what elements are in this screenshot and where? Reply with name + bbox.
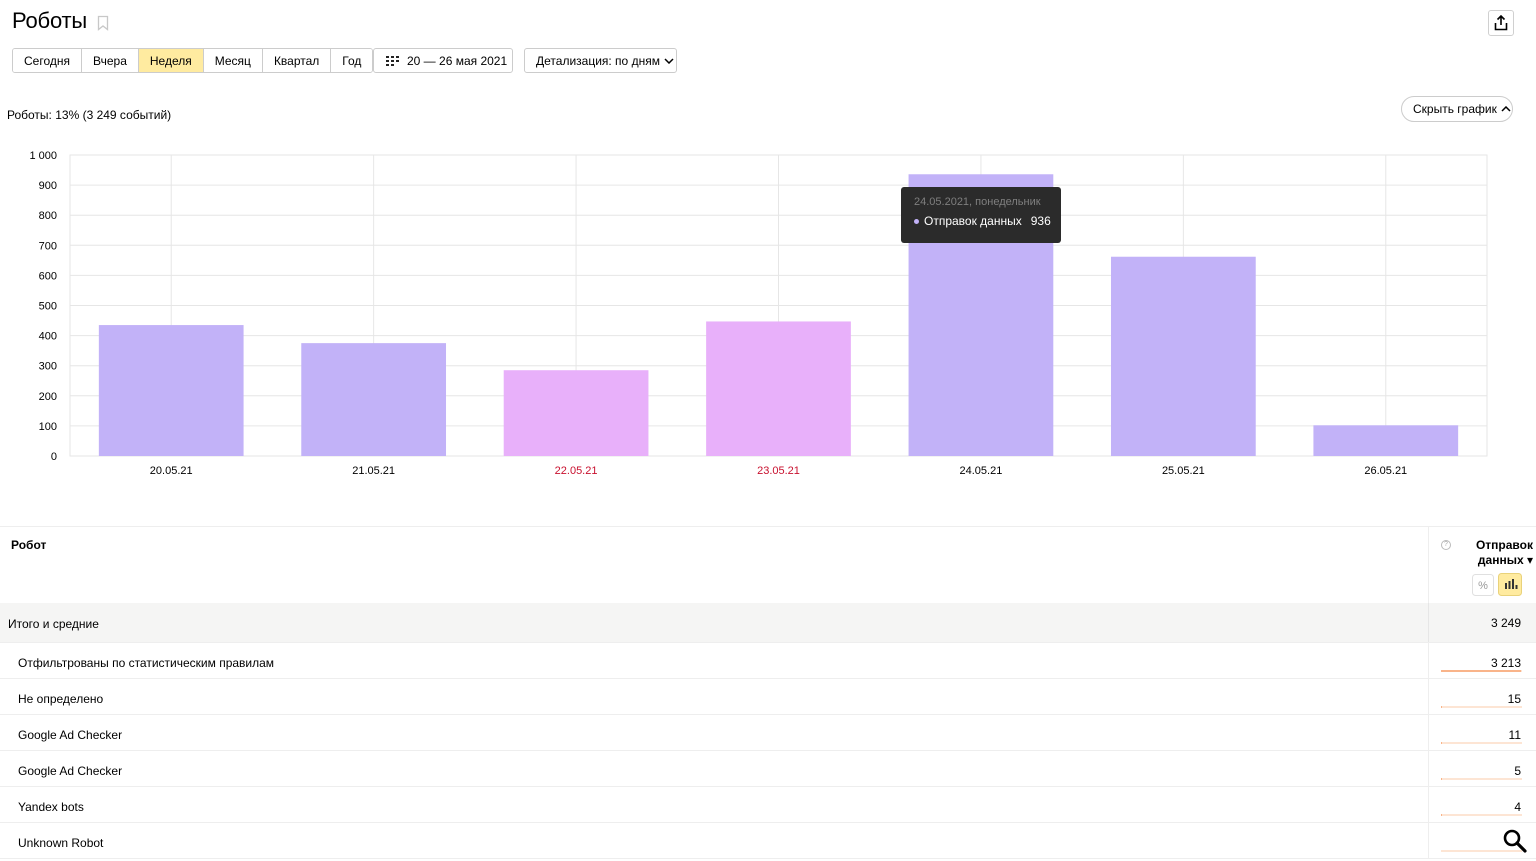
x-tick-label: 23.05.21 <box>757 465 800 477</box>
date-range-button[interactable]: 20 — 26 мая 2021 <box>373 48 513 73</box>
share-button[interactable] <box>1488 10 1514 36</box>
row-label: Yandex bots <box>18 800 84 814</box>
y-tick-label: 500 <box>39 301 57 313</box>
bar[interactable] <box>301 343 447 456</box>
chevron-down-icon <box>664 57 674 64</box>
chart-tooltip: 24.05.2021, понедельник Отправок данных … <box>901 187 1061 243</box>
share-icon <box>1494 15 1508 31</box>
bar[interactable] <box>503 370 649 456</box>
row-value-cell: 5 <box>1428 751 1536 786</box>
date-range-label: 20 — 26 мая 2021 <box>407 53 508 68</box>
chart-summary: Роботы: 13% (3 249 событий) <box>7 108 172 122</box>
row-value: 4 <box>1514 800 1521 814</box>
row-label: Google Ad Checker <box>18 764 123 778</box>
bar[interactable] <box>706 321 851 456</box>
table-row[interactable]: Google Ad Checker 11 <box>0 715 1536 751</box>
row-value-cell: 11 <box>1428 715 1536 750</box>
y-tick-label: 200 <box>39 391 57 403</box>
share-bar <box>1441 706 1522 708</box>
search-icon[interactable] <box>1500 826 1530 856</box>
row-value-cell: 15 <box>1428 679 1536 714</box>
y-tick-label: 800 <box>39 210 57 222</box>
period-selector: Сегодня Вчера Неделя Месяц Квартал Год <box>12 48 374 73</box>
calendar-icon <box>386 55 399 66</box>
y-tick-label: 700 <box>39 240 57 252</box>
column-header-robot[interactable]: Робот <box>11 538 46 552</box>
bar-chart: 0 100 200 300 400 500 600 700 800 900 1 000 20.05.2… <box>29 150 1488 477</box>
table-row[interactable]: Yandex bots 4 <box>0 787 1536 823</box>
tooltip-value: 936 <box>1030 214 1051 228</box>
period-button-5[interactable]: Год <box>331 49 373 72</box>
y-tick-label: 0 <box>51 451 57 463</box>
share-bar <box>1441 742 1522 744</box>
y-tick-label: 600 <box>39 270 57 282</box>
metric-label-text: Отправок данных <box>1475 538 1533 567</box>
table-row[interactable]: Unknown Robot <box>0 823 1536 859</box>
row-value-cell: 3 213 <box>1428 643 1536 678</box>
sort-desc-icon[interactable]: ▾ <box>1527 553 1533 567</box>
bar[interactable] <box>1110 256 1256 456</box>
detail-dropdown[interactable]: Детализация: по дням <box>524 48 677 73</box>
x-tick-label: 26.05.21 <box>1364 465 1407 477</box>
bookmark-icon[interactable] <box>97 15 109 31</box>
metric-label: Отправок данных ▾ <box>1441 538 1533 568</box>
row-label: Google Ad Checker <box>18 728 123 742</box>
table-row[interactable]: Отфильтрованы по статистическим правилам… <box>0 643 1536 679</box>
y-tick-label: 1 000 <box>29 150 57 162</box>
report-table: Робот ? Отправок данных ▾ Итого и средни… <box>0 526 1536 859</box>
row-label: Unknown Robot <box>18 836 104 850</box>
share-bar-fill <box>1441 670 1522 672</box>
bar[interactable] <box>1313 425 1459 456</box>
x-tick-label: 21.05.21 <box>352 465 395 477</box>
share-bar <box>1441 778 1522 780</box>
y-tick-label: 100 <box>39 421 57 433</box>
table-row[interactable]: Не определено 15 <box>0 679 1536 715</box>
period-button-2[interactable]: Неделя <box>138 49 204 72</box>
percent-toggle-icon[interactable]: % <box>1472 574 1494 596</box>
svg-text:%: % <box>1478 580 1488 592</box>
x-tick-label: 22.05.21 <box>555 465 598 477</box>
x-tick-label: 25.05.21 <box>1162 465 1205 477</box>
y-tick-label: 300 <box>39 361 57 373</box>
table-row[interactable]: Google Ad Checker 5 <box>0 751 1536 787</box>
period-button-1[interactable]: Вчера <box>82 49 139 72</box>
share-bar <box>1441 670 1522 672</box>
row-label: Отфильтрованы по статистическим правилам <box>18 656 275 670</box>
bar-chart-toggle-icon[interactable] <box>1498 573 1522 596</box>
x-tick-label: 24.05.21 <box>960 465 1003 477</box>
row-value: 3 213 <box>1490 656 1521 670</box>
total-value-cell: 3 249 <box>1428 603 1536 642</box>
row-value-cell: 4 <box>1428 787 1536 822</box>
tooltip-date: 24.05.2021, понедельник <box>914 196 1041 208</box>
y-tick-label: 900 <box>39 180 57 192</box>
bar[interactable] <box>98 325 244 456</box>
row-value: 11 <box>1508 728 1521 742</box>
table-body: Итого и средние 3 249 Отфильтрованы по с… <box>0 603 1536 859</box>
hide-chart-button[interactable]: Скрыть график <box>1401 96 1513 122</box>
y-tick-label: 400 <box>39 331 57 343</box>
page-title: Роботы <box>12 8 87 33</box>
total-value: 3 249 <box>1490 616 1521 630</box>
row-value: 5 <box>1514 764 1521 778</box>
chevron-up-icon <box>1501 106 1511 112</box>
x-tick-label: 20.05.21 <box>150 465 193 477</box>
share-bar <box>1441 814 1522 816</box>
row-value: 15 <box>1507 692 1521 706</box>
period-button-4[interactable]: Квартал <box>262 49 332 72</box>
total-label: Итого и средние <box>8 617 99 631</box>
period-button-3[interactable]: Месяц <box>203 49 263 72</box>
detail-label: Детализация: по дням <box>536 53 660 68</box>
period-button-0[interactable]: Сегодня <box>13 49 82 72</box>
hide-chart-label: Скрыть график <box>1413 102 1497 116</box>
row-label: Не определено <box>18 692 104 706</box>
tooltip-series: Отправок данных <box>924 214 1022 228</box>
table-total-row: Итого и средние 3 249 <box>0 603 1536 643</box>
series-dot-icon <box>914 218 919 224</box>
page-header: Роботы <box>12 8 109 34</box>
table-header: Робот ? Отправок данных ▾ <box>0 526 1536 604</box>
